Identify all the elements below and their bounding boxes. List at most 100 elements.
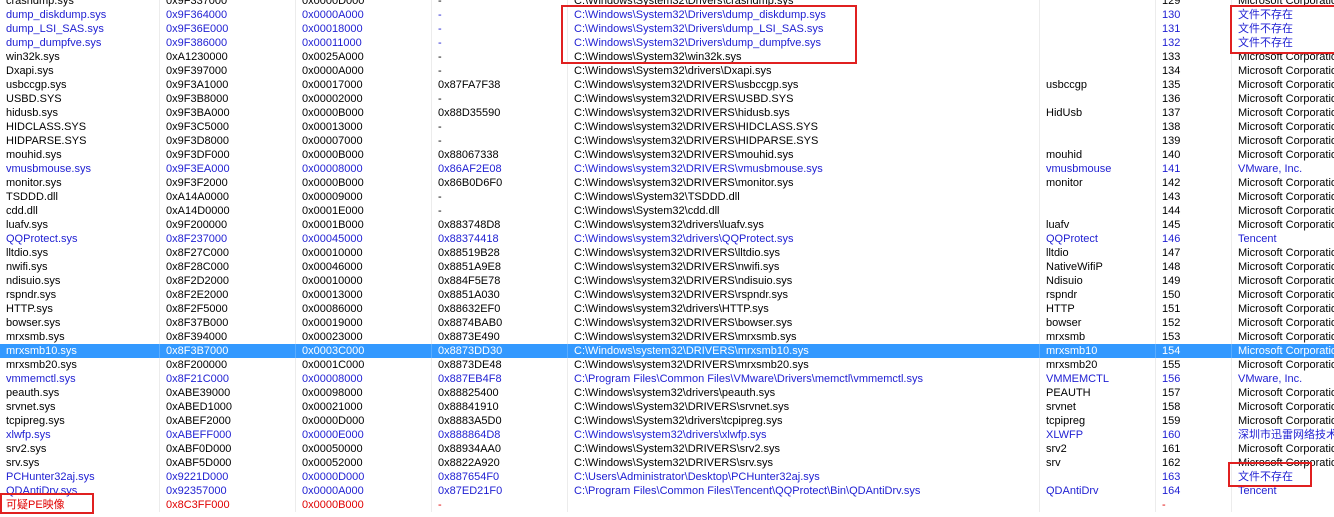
cell-order: 158: [1156, 400, 1232, 414]
cell-size: 0x00013000: [296, 288, 432, 302]
cell-drvobj: 0x887654F0: [432, 470, 568, 484]
table-row[interactable]: QDAntiDrv.sys 0x92357000 0x0000A000 0x87ED2…: [0, 484, 1334, 498]
cell-drvobj: 0x8851A030: [432, 288, 568, 302]
table-row[interactable]: mrxsmb10.sys 0x8F3B7000 0x0003C000 0x8873DD…: [0, 344, 1334, 358]
table-row[interactable]: srv.sys 0xABF5D000 0x00052000 0x8822A920 C:\…: [0, 456, 1334, 470]
table-row[interactable]: mouhid.sys 0x9F3DF000 0x0000B000 0x88067338…: [0, 148, 1334, 162]
cell-order: 137: [1156, 106, 1232, 120]
cell-name: mrxsmb20.sys: [0, 358, 160, 372]
cell-company: Microsoft Corporation: [1238, 121, 1334, 133]
table-row[interactable]: tcpipreg.sys 0xABEF2000 0x0000D000 0x8883A5…: [0, 414, 1334, 428]
cell-base: 0x8F21C000: [160, 372, 296, 386]
cell-order: 136: [1156, 92, 1232, 106]
cell-drvobj: 0x87ED21F0: [432, 484, 568, 498]
cell-size: 0x0000A000: [296, 484, 432, 498]
table-row[interactable]: USBD.SYS 0x9F3B8000 0x00002000- C:\Windows\…: [0, 92, 1334, 106]
cell-drvobj: 0x88934AA0: [432, 442, 568, 456]
table-row[interactable]: mrxsmb.sys 0x8F394000 0x00023000 0x8873E490…: [0, 330, 1334, 344]
table-row[interactable]: Dxapi.sys 0x9F397000 0x0000A000- C:\Windows…: [0, 64, 1334, 78]
table-row[interactable]: HIDCLASS.SYS 0x9F3C5000 0x00013000- C:\Wind…: [0, 120, 1334, 134]
cell-name: vmusbmouse.sys: [0, 162, 160, 176]
cell-drvobj: 0x888864D8: [432, 428, 568, 442]
cell-size: 0x0000D000: [296, 0, 432, 8]
cell-drvobj: -: [432, 190, 568, 204]
table-row[interactable]: PCHunter32aj.sys 0x9221D000 0x0000D000 0x88…: [0, 470, 1334, 484]
table-row[interactable]: srv2.sys 0xABF0D000 0x00050000 0x88934AA0 C:…: [0, 442, 1334, 456]
cell-name: PCHunter32aj.sys: [0, 470, 160, 484]
cell-drvobj: 0x884F5E78: [432, 274, 568, 288]
table-row[interactable]: crashdmp.sys 0x9F337000 0x0000D000- C:\Wind…: [0, 0, 1334, 8]
table-row[interactable]: srvnet.sys 0xABED1000 0x00021000 0x88841910…: [0, 400, 1334, 414]
table-row[interactable]: vmusbmouse.sys 0x9F3EA000 0x00008000 0x86AF…: [0, 162, 1334, 176]
cell-order: 164: [1156, 484, 1232, 498]
cell-service: VMMEMCTL: [1040, 372, 1156, 386]
cell-path: C:\Windows\system32\DRIVERS\HIDPARSE.SYS: [568, 134, 1040, 148]
cell-company: Microsoft Corporation: [1238, 135, 1334, 147]
cell-name: usbccgp.sys: [0, 78, 160, 92]
table-row[interactable]: rspndr.sys 0x8F2E2000 0x00013000 0x8851A030…: [0, 288, 1334, 302]
cell-order: 162: [1156, 456, 1232, 470]
cell-company: Microsoft Corporation: [1238, 79, 1334, 91]
cell-name: ndisuio.sys: [0, 274, 160, 288]
table-row[interactable]: mrxsmb20.sys 0x8F200000 0x0001C000 0x8873DE…: [0, 358, 1334, 372]
cell-base: 0x8F27C000: [160, 246, 296, 260]
cell-order: -: [1156, 498, 1232, 512]
table-row[interactable]: win32k.sys 0xA1230000 0x0025A000- C:\Window…: [0, 50, 1334, 64]
cell-order: 139: [1156, 134, 1232, 148]
cell-drvobj: -: [432, 50, 568, 64]
table-row[interactable]: 可疑PE映像 0x8C3FF000 0x0000B000- -: [0, 498, 1334, 512]
table-row[interactable]: nwifi.sys 0x8F28C000 0x00046000 0x8851A9E8 C…: [0, 260, 1334, 274]
cell-service: srvnet: [1040, 400, 1156, 414]
cell-path: C:\Program Files\Common Files\Tencent\QQ…: [568, 484, 1040, 498]
cell-name: HIDCLASS.SYS: [0, 120, 160, 134]
cell-drvobj: 0x88D35590: [432, 106, 568, 120]
cell-company: Microsoft Corporation: [1238, 401, 1334, 413]
table-row[interactable]: ndisuio.sys 0x8F2D2000 0x00010000 0x884F5E7…: [0, 274, 1334, 288]
table-row[interactable]: peauth.sys 0xABE39000 0x00098000 0x88825400…: [0, 386, 1334, 400]
cell-drvobj: -: [432, 498, 568, 512]
cell-service: [1040, 22, 1156, 36]
cell-company: Microsoft Corporation: [1238, 275, 1334, 287]
cell-name: mrxsmb10.sys: [0, 344, 160, 358]
table-row[interactable]: bowser.sys 0x8F37B000 0x00019000 0x8874BAB0…: [0, 316, 1334, 330]
cell-size: 0x00052000: [296, 456, 432, 470]
table-row[interactable]: vmmemctl.sys 0x8F21C000 0x00008000 0x887EB4…: [0, 372, 1334, 386]
table-row[interactable]: TSDDD.dll 0xA14A0000 0x00009000- C:\Windows…: [0, 190, 1334, 204]
cell-size: 0x00013000: [296, 120, 432, 134]
table-row[interactable]: monitor.sys 0x9F3F2000 0x0000B000 0x86B0D6F…: [0, 176, 1334, 190]
cell-service: PEAUTH: [1040, 386, 1156, 400]
table-row[interactable]: dump_LSI_SAS.sys 0x9F36E000 0x00018000- C:\…: [0, 22, 1334, 36]
cell-order: 134: [1156, 64, 1232, 78]
table-row[interactable]: hidusb.sys 0x9F3BA000 0x0000B000 0x88D35590…: [0, 106, 1334, 120]
table-row[interactable]: QQProtect.sys 0x8F237000 0x00045000 0x88374…: [0, 232, 1334, 246]
cell-drvobj: 0x88825400: [432, 386, 568, 400]
cell-base: 0x9F3DF000: [160, 148, 296, 162]
cell-size: 0x00008000: [296, 162, 432, 176]
cell-company: Microsoft Corporation: [1238, 149, 1334, 161]
table-row[interactable]: dump_dumpfve.sys 0x9F386000 0x00011000- C:\…: [0, 36, 1334, 50]
cell-size: 0x00010000: [296, 246, 432, 260]
table-row[interactable]: HIDPARSE.SYS 0x9F3D8000 0x00007000- C:\Wind…: [0, 134, 1334, 148]
cell-size: 0x00002000: [296, 92, 432, 106]
table-row[interactable]: usbccgp.sys 0x9F3A1000 0x00017000 0x87FA7F3…: [0, 78, 1334, 92]
table-row[interactable]: cdd.dll 0xA14D0000 0x0001E000- C:\Windows\S…: [0, 204, 1334, 218]
table-row[interactable]: xlwfp.sys 0xABEFF000 0x0000E000 0x888864D8 C…: [0, 428, 1334, 442]
cell-base: 0x9F3BA000: [160, 106, 296, 120]
table-row[interactable]: lltdio.sys 0x8F27C000 0x00010000 0x88519B28…: [0, 246, 1334, 260]
cell-company: Microsoft Corporation: [1238, 359, 1334, 371]
cell-base: 0xA1230000: [160, 50, 296, 64]
cell-size: 0x00045000: [296, 232, 432, 246]
cell-path: C:\Windows\system32\drivers\xlwfp.sys: [568, 428, 1040, 442]
cell-size: 0x0000D000: [296, 470, 432, 484]
table-row[interactable]: dump_diskdump.sys 0x9F364000 0x0000A000- C:…: [0, 8, 1334, 22]
cell-service: monitor: [1040, 176, 1156, 190]
cell-order: 147: [1156, 246, 1232, 260]
cell-base: 0x8F28C000: [160, 260, 296, 274]
cell-service: rspndr: [1040, 288, 1156, 302]
cell-size: 0x0000A000: [296, 8, 432, 22]
table-row[interactable]: luafv.sys 0x9F200000 0x0001B000 0x883748D8 C…: [0, 218, 1334, 232]
cell-order: 160: [1156, 428, 1232, 442]
cell-base: 0x9F36E000: [160, 22, 296, 36]
cell-company: Microsoft Corporation: [1238, 317, 1334, 329]
table-row[interactable]: HTTP.sys 0x8F2F5000 0x00086000 0x88632EF0 C:…: [0, 302, 1334, 316]
